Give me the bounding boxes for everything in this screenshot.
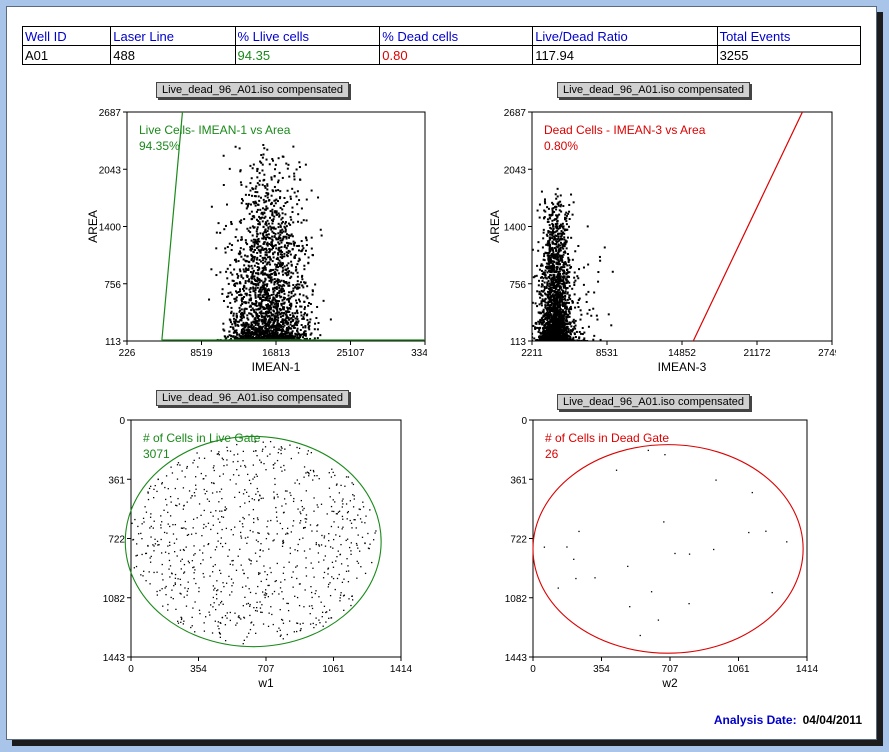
- x-tick-label: 2211: [521, 348, 543, 359]
- plot-title-live-gate: Live_dead_96_A01.iso compensated: [156, 390, 350, 406]
- y-tick-label: 361: [510, 475, 527, 486]
- y-tick-label: 1400: [504, 223, 527, 234]
- plot-title-dead-scatter: Live_dead_96_A01.iso compensated: [557, 82, 751, 98]
- gate-annotation: # of Cells in Dead Gate: [545, 431, 669, 445]
- live-gate-plot: 0 354 707 1061 1414 0 361 722 1082 1443 w1 # of Cel…: [103, 416, 413, 690]
- x-tick-label: 707: [258, 664, 275, 675]
- y-tick-label: 113: [105, 337, 121, 348]
- header-live-dead-ratio: Live/Dead Ratio: [532, 26, 718, 46]
- y-tick-label: 1082: [103, 594, 126, 605]
- y-tick-label: 0: [119, 416, 125, 427]
- summary-table: Well ID Laser Line % Llive cells % Dead …: [21, 26, 862, 65]
- x-tick-label: 226: [119, 348, 136, 359]
- analysis-date: Analysis Date: 04/04/2011: [714, 713, 862, 727]
- x-tick-label: 707: [662, 664, 679, 675]
- y-tick-label: 2687: [504, 108, 527, 119]
- value-total-events: 3255: [716, 45, 862, 65]
- plot-title-live-scatter: Live_dead_96_A01.iso compensated: [156, 82, 350, 98]
- live-scatter-plot: 226 8519 16813 25107 33401 113 756 1400 2043 2687…: [86, 108, 427, 374]
- y-axis-label: AREA: [488, 210, 502, 243]
- y-tick-label: 0: [521, 416, 527, 427]
- header-laser-line: Laser Line: [110, 26, 236, 46]
- gate-annotation: 3071: [143, 447, 170, 461]
- summary-header-row: Well ID Laser Line % Llive cells % Dead …: [21, 26, 862, 46]
- x-tick-label: 1061: [727, 664, 750, 675]
- y-tick-label: 2043: [504, 165, 527, 176]
- y-tick-label: 756: [104, 280, 121, 291]
- y-tick-label: 1443: [505, 653, 528, 664]
- x-tick-label: 14852: [668, 348, 696, 359]
- x-axis-label: w1: [257, 676, 274, 690]
- header-dead-cells: % Dead cells: [379, 26, 534, 46]
- value-live-dead-ratio: 117.94: [532, 45, 718, 65]
- value-live-cells: 94.35: [234, 45, 381, 65]
- analysis-date-label: Analysis Date:: [713, 713, 797, 727]
- x-axis-label: w2: [661, 676, 678, 690]
- y-tick-label: 2043: [99, 165, 122, 176]
- dead-gate-plot: 0 354 707 1061 1414 0 361 722 1082 1443 w2 # of Cel…: [505, 416, 819, 690]
- gate-annotation: 0.80%: [544, 139, 578, 153]
- gate-annotation: Dead Cells - IMEAN-3 vs Area: [544, 123, 706, 137]
- y-tick-label: 1082: [505, 594, 528, 605]
- x-tick-label: 16813: [262, 348, 290, 359]
- analysis-date-value: 04/04/2011: [802, 713, 862, 727]
- x-tick-label: 8519: [190, 348, 213, 359]
- value-dead-cells: 0.80: [379, 45, 534, 65]
- x-tick-label: 21172: [743, 348, 771, 359]
- x-axis-label: IMEAN-3: [658, 360, 707, 374]
- y-tick-label: 1400: [99, 223, 122, 234]
- summary-value-row: A01 488 94.35 0.80 117.94 3255: [21, 45, 862, 65]
- dead-scatter-plot: 2211 8531 14852 21172 27493 113 756 1400 2043 268…: [488, 108, 836, 374]
- y-tick-label: 361: [108, 475, 125, 486]
- report-sheet: Well ID Laser Line % Llive cells % Dead …: [6, 6, 877, 740]
- y-tick-label: 722: [510, 535, 527, 546]
- x-tick-label: 8531: [596, 348, 619, 359]
- y-tick-label: 756: [509, 280, 526, 291]
- gate-annotation: # of Cells in Live Gate: [143, 431, 261, 445]
- header-well-id: Well ID: [21, 26, 112, 46]
- x-tick-label: 1414: [390, 664, 413, 675]
- x-tick-label: 27493: [818, 348, 836, 359]
- x-axis-label: IMEAN-1: [252, 360, 301, 374]
- gate-annotation: 26: [545, 447, 559, 461]
- gate-annotation: 94.35%: [139, 139, 180, 153]
- x-tick-label: 0: [530, 664, 536, 675]
- y-tick-label: 722: [108, 535, 125, 546]
- x-tick-label: 354: [593, 664, 610, 675]
- x-tick-label: 1061: [322, 664, 345, 675]
- y-tick-label: 2687: [99, 108, 122, 119]
- header-live-cells: % Llive cells: [234, 26, 381, 46]
- y-tick-label: 113: [510, 337, 526, 348]
- x-tick-label: 0: [128, 664, 134, 675]
- y-axis-label: AREA: [86, 210, 100, 243]
- value-laser-line: 488: [110, 45, 236, 65]
- x-tick-label: 1414: [796, 664, 819, 675]
- x-tick-label: 33401: [411, 348, 427, 359]
- x-tick-label: 25107: [337, 348, 365, 359]
- header-total-events: Total Events: [716, 26, 862, 46]
- x-tick-label: 354: [190, 664, 207, 675]
- gate-annotation: Live Cells- IMEAN-1 vs Area: [139, 123, 291, 137]
- y-tick-label: 1443: [103, 653, 126, 664]
- value-well-id: A01: [21, 45, 112, 65]
